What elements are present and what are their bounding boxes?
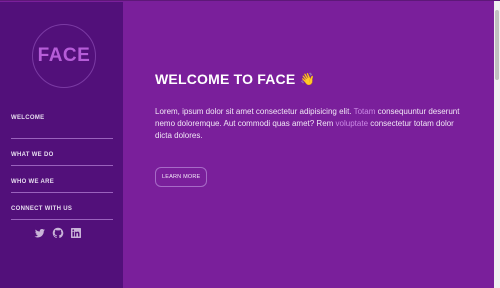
sidebar-nav: WELCOME WHAT WE DO WHO WE ARE CONNECT WI… — [11, 112, 113, 220]
waving-hand-icon: 👋 — [300, 72, 316, 86]
social-links — [34, 227, 82, 239]
hero-section: WELCOME TO FACE 👋 Lorem, ipsum dolor sit… — [155, 71, 475, 187]
logo[interactable]: FACE — [32, 24, 96, 88]
paragraph-highlight-2: voluptate — [335, 119, 369, 128]
twitter-icon[interactable] — [34, 227, 46, 239]
scrollbar-thumb[interactable] — [495, 10, 499, 80]
nav-item-welcome[interactable]: WELCOME — [11, 112, 113, 139]
sidebar: FACE WELCOME WHAT WE DO WHO WE ARE CONNE… — [0, 2, 123, 288]
github-icon[interactable] — [52, 227, 64, 239]
page: FACE WELCOME WHAT WE DO WHO WE ARE CONNE… — [0, 0, 500, 288]
hero-paragraph: Lorem, ipsum dolor sit amet consectetur … — [155, 106, 470, 142]
hero-title-text: WELCOME TO FACE — [155, 71, 296, 87]
learn-more-button[interactable]: LEARN MORE — [155, 167, 208, 187]
nav-item-what-we-do[interactable]: WHAT WE DO — [11, 139, 113, 166]
hero-title: WELCOME TO FACE 👋 — [155, 71, 475, 87]
logo-text: FACE — [37, 45, 91, 66]
nav-item-connect-with-us[interactable]: CONNECT WITH US — [11, 193, 113, 220]
nav-item-who-we-are[interactable]: WHO WE ARE — [11, 166, 113, 193]
linkedin-icon[interactable] — [70, 227, 82, 239]
vertical-scrollbar[interactable] — [494, 1, 500, 288]
paragraph-text-1: Lorem, ipsum dolor sit amet consectetur … — [155, 107, 354, 116]
paragraph-highlight-1: Totam — [353, 107, 376, 116]
